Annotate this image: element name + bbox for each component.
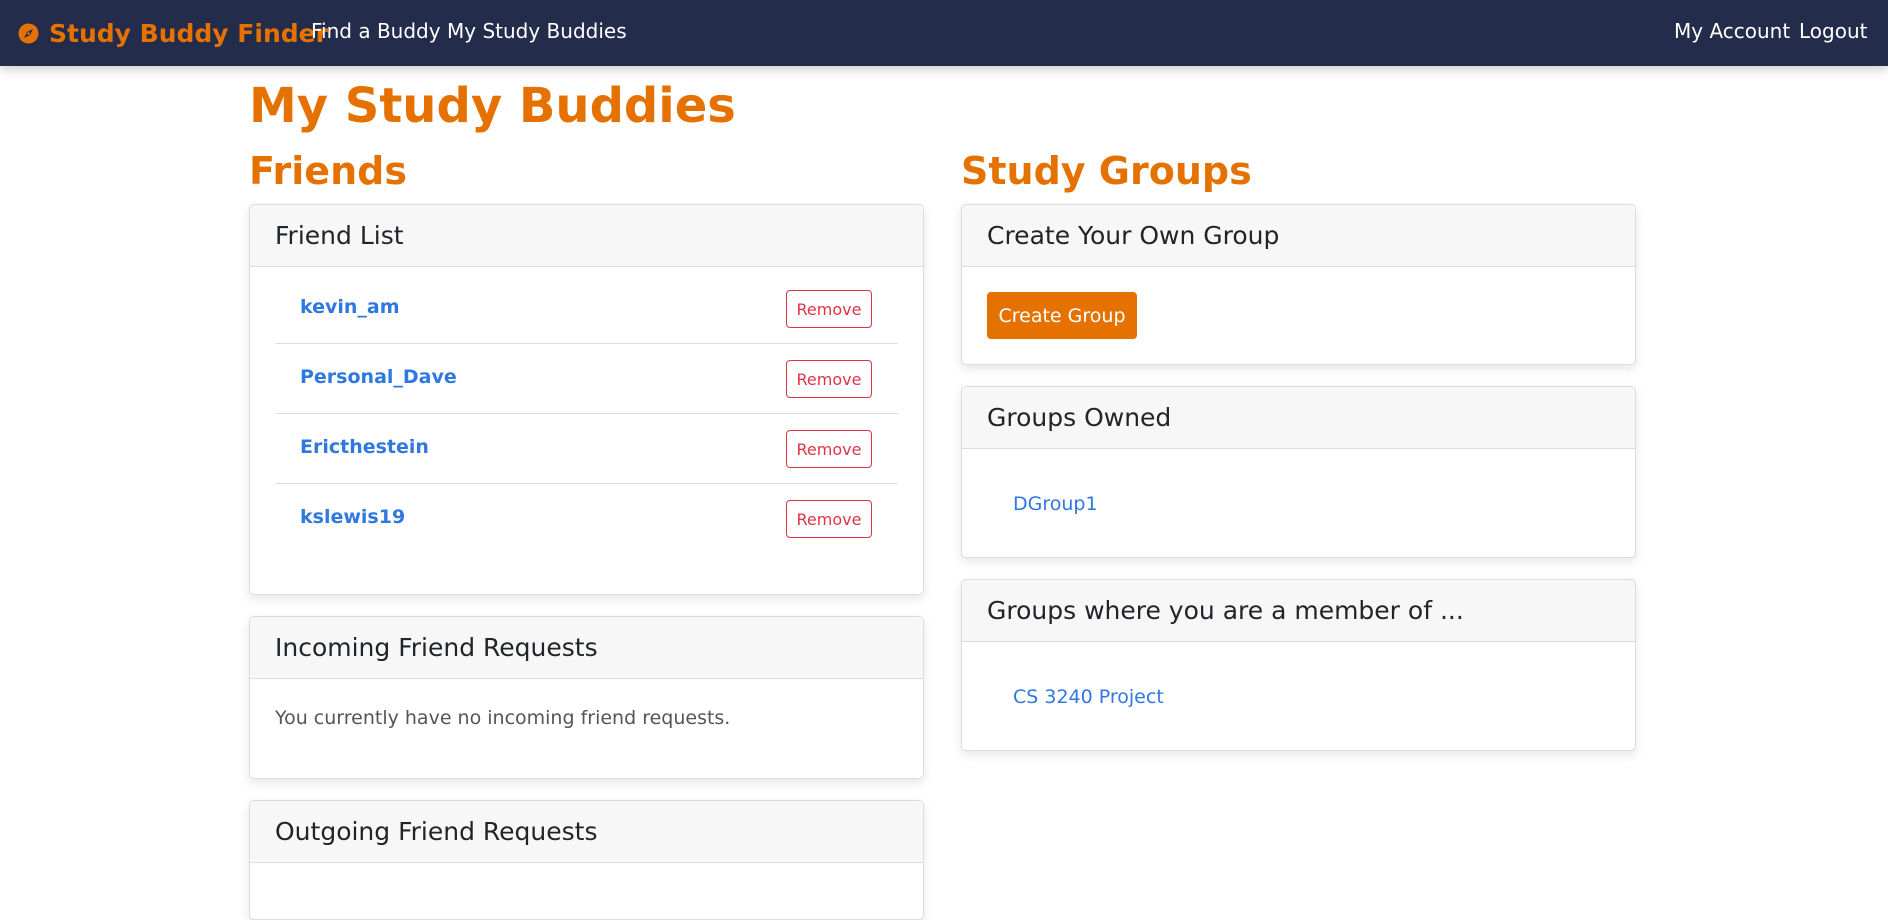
create-group-card: Create Your Own Group Create Group bbox=[961, 204, 1636, 365]
friends-section-title: Friends bbox=[249, 149, 407, 193]
group-link[interactable]: CS 3240 Project bbox=[1013, 686, 1164, 708]
friend-list-body: kevin_am Remove Personal_Dave Remove Eri… bbox=[250, 267, 923, 554]
nav-logout[interactable]: Logout bbox=[1799, 19, 1867, 43]
friend-list-header: Friend List bbox=[250, 205, 923, 267]
groups-owned-header: Groups Owned bbox=[962, 387, 1635, 449]
friend-name-link[interactable]: Ericthestein bbox=[300, 436, 429, 458]
incoming-requests-body: You currently have no incoming friend re… bbox=[250, 679, 923, 729]
brand-link[interactable]: Study Buddy Finder bbox=[18, 19, 328, 48]
friend-row: Personal_Dave Remove bbox=[275, 344, 898, 414]
nav-find-a-buddy[interactable]: Find a Buddy bbox=[311, 19, 441, 43]
incoming-requests-header: Incoming Friend Requests bbox=[250, 617, 923, 679]
friend-name-link[interactable]: kslewis19 bbox=[300, 506, 405, 528]
brand-name: Study Buddy Finder bbox=[49, 18, 328, 48]
create-group-button[interactable]: Create Group bbox=[987, 292, 1137, 339]
friend-name-link[interactable]: kevin_am bbox=[300, 296, 400, 318]
friend-row: kevin_am Remove bbox=[275, 274, 898, 344]
friend-name-link[interactable]: Personal_Dave bbox=[300, 366, 457, 388]
compass-icon bbox=[18, 23, 39, 44]
remove-friend-button[interactable]: Remove bbox=[786, 290, 872, 328]
member-groups-card: Groups where you are a member of ... CS … bbox=[961, 579, 1636, 751]
page-title: My Study Buddies bbox=[249, 78, 736, 134]
friend-list-card: Friend List kevin_am Remove Personal_Dav… bbox=[249, 204, 924, 595]
incoming-requests-card: Incoming Friend Requests You currently h… bbox=[249, 616, 924, 779]
study-groups-section-title: Study Groups bbox=[961, 149, 1252, 193]
outgoing-requests-card: Outgoing Friend Requests bbox=[249, 800, 924, 920]
groups-owned-card: Groups Owned DGroup1 bbox=[961, 386, 1636, 558]
member-groups-header: Groups where you are a member of ... bbox=[962, 580, 1635, 642]
group-link[interactable]: DGroup1 bbox=[1013, 493, 1098, 515]
groups-owned-body: DGroup1 bbox=[962, 449, 1635, 557]
friend-row: kslewis19 Remove bbox=[275, 484, 898, 554]
outgoing-requests-header: Outgoing Friend Requests bbox=[250, 801, 923, 863]
nav-my-account[interactable]: My Account bbox=[1674, 19, 1790, 43]
remove-friend-button[interactable]: Remove bbox=[786, 500, 872, 538]
friend-row: Ericthestein Remove bbox=[275, 414, 898, 484]
remove-friend-button[interactable]: Remove bbox=[786, 360, 872, 398]
create-group-header: Create Your Own Group bbox=[962, 205, 1635, 267]
remove-friend-button[interactable]: Remove bbox=[786, 430, 872, 468]
incoming-requests-empty-text: You currently have no incoming friend re… bbox=[275, 707, 731, 729]
member-groups-body: CS 3240 Project bbox=[962, 642, 1635, 750]
top-navbar: Study Buddy Finder Find a Buddy My Study… bbox=[0, 0, 1888, 66]
create-group-body: Create Group bbox=[962, 267, 1635, 364]
nav-my-study-buddies[interactable]: My Study Buddies bbox=[447, 19, 627, 43]
